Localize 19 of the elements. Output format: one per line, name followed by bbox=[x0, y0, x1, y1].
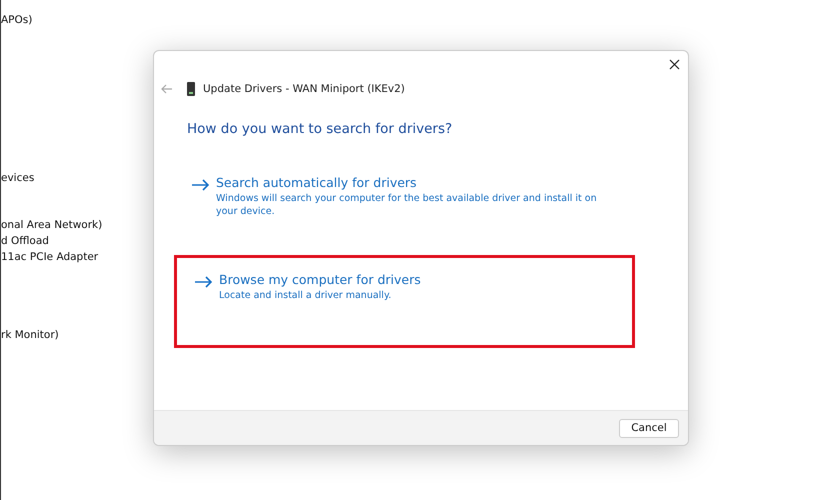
dialog-heading: How do you want to search for drivers? bbox=[186, 120, 454, 137]
option-link[interactable]: Search automatically for drivers Windows will search your computer for the best available driver and install it on your device. bbox=[174, 175, 604, 218]
option-title: Search automatically for drivers bbox=[216, 175, 418, 190]
device-icon bbox=[187, 82, 195, 96]
device-list-item: d Offload bbox=[1, 234, 49, 249]
device-list-item: evices bbox=[1, 171, 34, 186]
option-title: Browse my computer for drivers bbox=[219, 272, 421, 287]
device-list-item: rk Monitor) bbox=[1, 328, 59, 343]
highlighted-option[interactable]: Browse my computer for drivers Locate and install a driver manually. bbox=[174, 255, 635, 348]
device-list-item: 11ac PCIe Adapter bbox=[1, 250, 98, 265]
close-icon[interactable] bbox=[669, 59, 680, 70]
option-description: Locate and install a driver manually. bbox=[219, 289, 392, 302]
cancel-button[interactable]: Cancel bbox=[619, 418, 679, 438]
right-arrow-icon bbox=[192, 179, 210, 191]
device-list-item: APOs) bbox=[1, 13, 32, 28]
window-title: Update Drivers - WAN Miniport (IKEv2) bbox=[203, 83, 405, 95]
option-description: Windows will search your computer for the best available driver and install it on your device. bbox=[216, 192, 598, 218]
right-arrow-icon bbox=[195, 276, 213, 288]
device-list-item: onal Area Network) bbox=[1, 218, 102, 233]
